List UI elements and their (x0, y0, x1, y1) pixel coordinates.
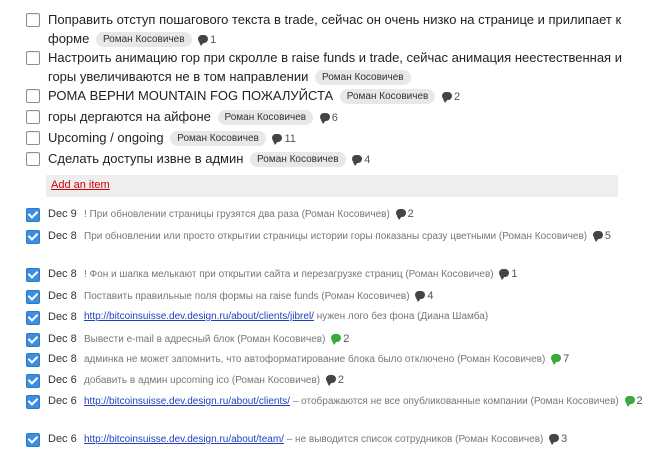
completed-checkbox[interactable] (26, 208, 40, 222)
comment-bubble-icon (551, 354, 562, 365)
comment-bubble-icon (624, 396, 635, 407)
comment-count: 2 (636, 395, 643, 407)
completed-text[interactable]: нужен лого без фона (Диана Шамба) (317, 311, 488, 322)
completed-checkbox[interactable] (26, 268, 40, 282)
assignee-badge[interactable]: Роман Косовичев (339, 89, 436, 104)
todo-checkbox[interactable] (26, 13, 40, 27)
comments-link[interactable]: 11 (272, 133, 296, 145)
completed-date: Dec 8 (48, 333, 77, 345)
completed-text[interactable]: – не выводится список сотрудников (Роман… (287, 434, 544, 445)
comment-count: 2 (337, 374, 345, 386)
comments-link[interactable]: 2 (441, 91, 461, 103)
completed-date: Dec 8 (48, 353, 77, 365)
comment-bubble-icon (549, 434, 560, 445)
comments-link[interactable]: 2 (325, 374, 345, 386)
comment-bubble-icon (352, 155, 363, 166)
comments-link[interactable]: 1 (499, 268, 518, 280)
todo-text[interactable]: Сделать доступы извне в админ (48, 151, 243, 166)
completed-checkbox[interactable] (26, 353, 40, 367)
completed-date: Dec 6 (48, 374, 77, 386)
completed-text[interactable]: добавить в админ upcoming ico (Роман Кос… (84, 375, 320, 386)
completed-date: Dec 6 (48, 433, 77, 445)
comment-count: 3 (561, 433, 568, 445)
completed-checkbox[interactable] (26, 433, 40, 447)
add-item-bar: Add an item (46, 175, 618, 197)
assignee-badge[interactable]: Роман Косовичев (170, 131, 266, 146)
comments-link[interactable]: 2 (624, 395, 643, 407)
completed-checkbox[interactable] (26, 333, 40, 347)
completed-link[interactable]: http://bitcoinsuisse.dev.design.ru/about… (84, 396, 290, 407)
todo-text[interactable]: Upcoming / ongoing (48, 130, 164, 145)
comment-count: 1 (210, 34, 217, 46)
assignee-badge[interactable]: Роман Косовичев (217, 110, 314, 125)
completed-date: Dec 6 (48, 395, 77, 407)
todo-checkbox[interactable] (26, 51, 40, 65)
completed-date: Dec 8 (48, 230, 77, 242)
comment-count: 2 (407, 208, 414, 220)
comment-bubble-icon (592, 231, 603, 242)
completed-checkbox[interactable] (26, 311, 40, 325)
assignee-badge[interactable]: Роман Косовичев (315, 70, 411, 85)
todo-checkbox[interactable] (26, 110, 40, 124)
todo-checkbox[interactable] (26, 89, 40, 103)
completed-text[interactable]: админка не может запомнить, что автоформ… (84, 354, 545, 365)
completed-date: Dec 8 (48, 311, 77, 323)
completed-link[interactable]: http://bitcoinsuisse.dev.design.ru/about… (84, 311, 314, 322)
assignee-badge[interactable]: Роман Косовичев (95, 32, 192, 47)
comment-count: 1 (511, 268, 518, 280)
completed-checkbox[interactable] (26, 290, 40, 304)
completed-checkbox[interactable] (26, 395, 40, 409)
completed-text[interactable]: ! Фон и шапка мелькают при открытии сайт… (84, 269, 494, 280)
completed-text[interactable]: При обновлении или просто открытии стран… (84, 231, 587, 242)
comments-link[interactable]: 1 (198, 34, 216, 46)
todo-text[interactable]: горы дергаются на айфоне (48, 109, 211, 124)
completed-date: Dec 8 (48, 290, 77, 302)
completed-text[interactable]: Вывести e-mail в адресный блок (Роман Ко… (84, 334, 325, 345)
comment-bubble-icon (441, 92, 452, 103)
comment-bubble-icon (415, 291, 426, 302)
todo-checkbox[interactable] (26, 152, 40, 166)
comment-bubble-icon (319, 113, 330, 124)
comment-count: 6 (331, 112, 338, 124)
comment-count: 5 (604, 230, 612, 242)
comment-bubble-icon (198, 35, 209, 46)
comment-bubble-icon (331, 334, 342, 345)
completed-link[interactable]: http://bitcoinsuisse.dev.design.ru/about… (84, 434, 284, 445)
comment-bubble-icon (395, 209, 406, 220)
comments-link[interactable]: 4 (352, 154, 370, 166)
completed-text[interactable]: – отображаются не все опубликованные ком… (293, 396, 619, 407)
completed-text[interactable]: ! При обновлении страницы грузятся два р… (84, 209, 390, 220)
comment-count: 2 (453, 91, 461, 103)
comment-bubble-icon (499, 269, 510, 280)
comments-link[interactable]: 2 (395, 208, 414, 220)
comments-link[interactable]: 7 (551, 353, 569, 365)
completed-text[interactable]: Поставить правильные поля формы на raise… (84, 291, 410, 302)
comments-link[interactable]: 2 (331, 333, 349, 345)
todo-checkbox[interactable] (26, 131, 40, 145)
comment-count: 4 (364, 154, 371, 166)
comments-link[interactable]: 6 (319, 112, 338, 124)
comment-count: 2 (343, 333, 350, 345)
todo-text[interactable]: РОМА ВЕРНИ MOUNTAIN FOG ПОЖАЛУЙСТА (48, 88, 333, 103)
comments-link[interactable]: 5 (592, 230, 612, 242)
assignee-badge[interactable]: Роман Косовичев (250, 152, 346, 167)
comment-count: 4 (427, 290, 434, 302)
comments-link[interactable]: 4 (415, 290, 433, 302)
comment-bubble-icon (272, 134, 283, 145)
comment-bubble-icon (325, 375, 336, 386)
completed-date: Dec 8 (48, 268, 77, 280)
comments-link[interactable]: 3 (549, 433, 567, 445)
add-item-link[interactable]: Add an item (51, 179, 110, 191)
comment-count: 11 (284, 133, 296, 145)
comment-count: 7 (563, 353, 570, 365)
completed-date: Dec 9 (48, 208, 77, 220)
completed-checkbox[interactable] (26, 230, 40, 244)
completed-checkbox[interactable] (26, 374, 40, 388)
